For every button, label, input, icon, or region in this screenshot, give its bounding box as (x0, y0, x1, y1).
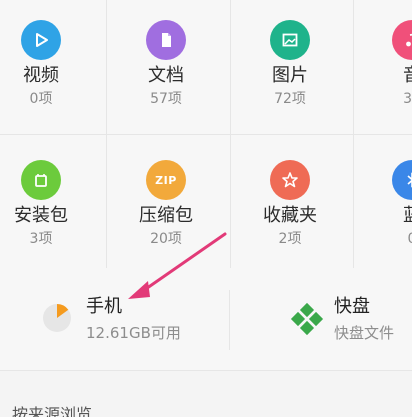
source-heading: 按来源浏览 (12, 405, 93, 417)
category-count: 20项 (150, 231, 182, 247)
bluetooth-icon (407, 172, 412, 188)
category-label: 文档 (148, 65, 184, 86)
category-count: 3项 (29, 231, 53, 247)
grid-divider (0, 134, 412, 135)
star-circle (270, 160, 310, 200)
image-circle (270, 20, 310, 60)
category-count: 0项 (29, 91, 53, 107)
category-count: 72项 (274, 91, 306, 107)
category-count: 57项 (150, 91, 182, 107)
category-count: 35 (403, 91, 412, 107)
document-icon (162, 33, 171, 47)
category-label: 压缩包 (139, 205, 193, 226)
document-circle (146, 20, 186, 60)
category-count: 0 (407, 231, 412, 247)
category-music[interactable]: 音 35 (356, 0, 412, 130)
music-circle (392, 20, 412, 60)
zip-icon: ZIP (155, 173, 177, 187)
storage-section: 手机 12.61GB可用 快盘 快盘文件 (0, 232, 412, 371)
zip-circle: ZIP (146, 160, 186, 200)
package-circle (21, 160, 61, 200)
category-video[interactable]: 视频 0项 (0, 0, 97, 130)
category-documents[interactable]: 文档 57项 (110, 0, 222, 130)
category-label: 安装包 (14, 205, 68, 226)
category-label: 收藏夹 (263, 205, 317, 226)
category-label: 蓝 (356, 205, 412, 227)
source-section: 按来源浏览 (0, 371, 412, 417)
category-images[interactable]: 图片 72项 (234, 0, 346, 130)
music-icon (406, 33, 412, 47)
category-label: 图片 (272, 65, 308, 86)
category-grid: 视频 0项 文档 57项 图片 72项 音 35 (0, 0, 412, 269)
bluetooth-circle (392, 160, 412, 200)
star-icon (282, 172, 298, 188)
image-icon (282, 33, 298, 47)
category-label: 音 (356, 65, 412, 87)
category-count: 2项 (278, 231, 302, 247)
package-icon (35, 174, 47, 187)
category-label: 视频 (23, 65, 59, 86)
play-icon (36, 33, 48, 47)
video-circle (21, 20, 61, 60)
annotation-arrow (128, 232, 227, 299)
